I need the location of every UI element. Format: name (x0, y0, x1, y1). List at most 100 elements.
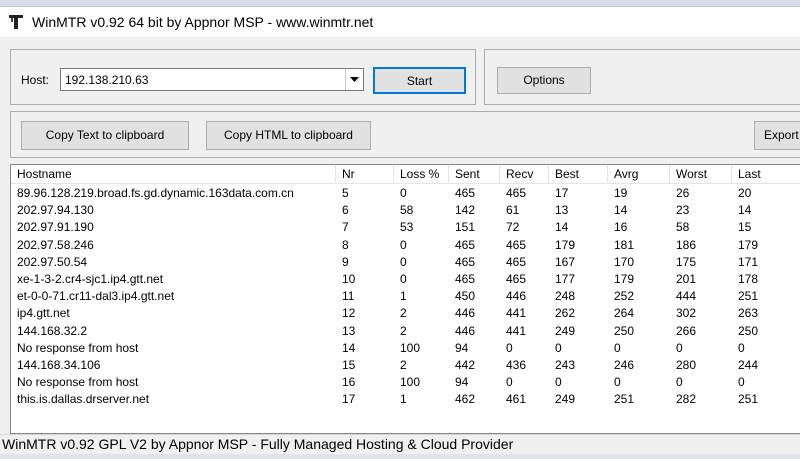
winmtr-window: WinMTR v0.92 64 bit by Appnor MSP - www.… (0, 6, 800, 459)
table-cell-hostname: 202.97.50.54 (17, 254, 88, 269)
table-cell-nr: 9 (342, 254, 349, 269)
table-cell-sent: 446 (455, 306, 476, 321)
table-cell-sent: 465 (455, 237, 476, 252)
table-cell-avrg: 251 (614, 392, 635, 407)
column-header-avrg[interactable]: Avrg (608, 165, 670, 184)
table-cell-hostname: 144.168.34.106 (17, 357, 101, 372)
trace-results-table[interactable]: Hostname Nr Loss % Sent Recv Best Avrg W… (10, 164, 800, 434)
table-row[interactable]: No response from host 16 100 94 0 0 0 0 0 (11, 374, 800, 391)
title-bar: WinMTR v0.92 64 bit by Appnor MSP - www.… (0, 7, 800, 37)
table-cell-nr: 13 (342, 323, 356, 338)
table-cell-nr: 8 (342, 237, 349, 252)
table-cell-nr: 17 (342, 392, 356, 407)
table-cell-recv: 465 (506, 186, 527, 200)
table-cell-worst: 201 (676, 271, 697, 286)
table-cell-last: 15 (738, 220, 752, 235)
column-header-hostname[interactable]: Hostname (11, 165, 336, 184)
host-combobox[interactable]: 192.138.210.63 (60, 68, 364, 91)
table-cell-best: 249 (555, 392, 576, 407)
table-cell-worst: 186 (676, 237, 697, 252)
table-cell-recv: 61 (506, 203, 520, 218)
table-cell-recv: 465 (506, 254, 527, 269)
table-cell-best: 17 (555, 186, 569, 200)
table-cell-avrg: 19 (614, 186, 628, 200)
table-cell-worst: 282 (676, 392, 697, 407)
table-cell-last: 14 (738, 203, 752, 218)
table-cell-loss: 0 (400, 186, 407, 200)
options-button[interactable]: Options (497, 67, 591, 94)
table-row[interactable]: 89.96.128.219.broad.fs.gd.dynamic.163dat… (11, 185, 800, 202)
table-cell-recv: 0 (506, 375, 513, 390)
table-cell-nr: 16 (342, 375, 356, 390)
table-row[interactable]: ip4.gtt.net 12 2 446 441 262 264 302 263 (11, 305, 800, 322)
table-cell-recv: 465 (506, 271, 527, 286)
table-cell-avrg: 181 (614, 237, 635, 252)
table-cell-best: 14 (555, 220, 569, 235)
table-cell-best: 248 (555, 289, 576, 304)
table-cell-best: 262 (555, 306, 576, 321)
start-button[interactable]: Start (373, 67, 466, 94)
table-cell-nr: 5 (342, 186, 349, 200)
table-cell-last: 250 (738, 323, 759, 338)
table-cell-sent: 465 (455, 254, 476, 269)
table-cell-avrg: 264 (614, 306, 635, 321)
column-header-best[interactable]: Best (549, 165, 608, 184)
export-button[interactable]: Export (754, 121, 800, 150)
table-cell-nr: 15 (342, 357, 356, 372)
table-cell-avrg: 179 (614, 271, 635, 286)
table-cell-last: 20 (738, 186, 752, 200)
table-cell-avrg: 170 (614, 254, 635, 269)
table-cell-hostname: ip4.gtt.net (17, 306, 70, 321)
table-cell-avrg: 252 (614, 289, 635, 304)
table-cell-avrg: 246 (614, 357, 635, 372)
table-cell-avrg: 0 (614, 340, 621, 355)
table-cell-nr: 6 (342, 203, 349, 218)
table-cell-worst: 26 (676, 186, 690, 200)
table-cell-recv: 436 (506, 357, 527, 372)
table-cell-sent: 446 (455, 323, 476, 338)
table-row[interactable]: 202.97.50.54 9 0 465 465 167 170 175 171 (11, 254, 800, 271)
table-row[interactable]: 144.168.32.2 13 2 446 441 249 250 266 250 (11, 323, 800, 340)
table-row[interactable]: No response from host 14 100 94 0 0 0 0 0 (11, 340, 800, 357)
table-row[interactable]: 144.168.34.106 15 2 442 436 243 246 280 244 (11, 357, 800, 374)
table-cell-worst: 302 (676, 306, 697, 321)
column-header-recv[interactable]: Recv (500, 165, 549, 184)
table-cell-worst: 266 (676, 323, 697, 338)
table-row[interactable]: this.is.dallas.drserver.net 17 1 462 461 249 2… (11, 391, 800, 408)
chevron-down-icon[interactable] (345, 69, 363, 90)
column-header-worst[interactable]: Worst (670, 165, 732, 184)
table-cell-best: 177 (555, 271, 576, 286)
table-cell-sent: 151 (455, 220, 476, 235)
table-cell-nr: 10 (342, 271, 356, 286)
table-cell-sent: 465 (455, 186, 476, 200)
table-row[interactable]: 202.97.58.246 8 0 465 465 179 181 186 179 (11, 237, 800, 254)
background-window-strip-bottom (0, 454, 800, 459)
table-row[interactable]: 202.97.91.190 7 53 151 72 14 16 58 15 (11, 219, 800, 236)
table-cell-worst: 58 (676, 220, 690, 235)
table-row[interactable]: et-0-0-71.cr11-dal3.ip4.gtt.net 11 1 450 446… (11, 288, 800, 305)
host-input[interactable]: 192.138.210.63 (65, 73, 148, 87)
table-cell-recv: 465 (506, 237, 527, 252)
table-cell-hostname: 202.97.58.246 (17, 237, 94, 252)
table-cell-best: 13 (555, 203, 569, 218)
table-cell-loss: 100 (400, 375, 421, 390)
table-cell-recv: 461 (506, 392, 527, 407)
column-header-sent[interactable]: Sent (449, 165, 500, 184)
table-cell-loss: 2 (400, 357, 407, 372)
copy-html-button[interactable]: Copy HTML to clipboard (206, 121, 371, 150)
table-cell-nr: 14 (342, 340, 356, 355)
table-row[interactable]: xe-1-3-2.cr4-sjc1.ip4.gtt.net 10 0 465 465 17… (11, 271, 800, 288)
table-cell-hostname: No response from host (17, 340, 139, 355)
table-cell-last: 171 (738, 254, 759, 269)
column-header-loss[interactable]: Loss % (394, 165, 449, 184)
column-header-last[interactable]: Last (732, 165, 800, 184)
table-cell-sent: 442 (455, 357, 476, 372)
table-cell-hostname: 202.97.91.190 (17, 220, 94, 235)
table-cell-sent: 462 (455, 392, 476, 407)
table-cell-sent: 465 (455, 271, 476, 286)
table-cell-best: 167 (555, 254, 576, 269)
table-cell-hostname: No response from host (17, 375, 139, 390)
copy-text-button[interactable]: Copy Text to clipboard (21, 121, 189, 150)
table-row[interactable]: 202.97.94.130 6 58 142 61 13 14 23 14 (11, 202, 800, 219)
column-header-nr[interactable]: Nr (336, 165, 394, 184)
